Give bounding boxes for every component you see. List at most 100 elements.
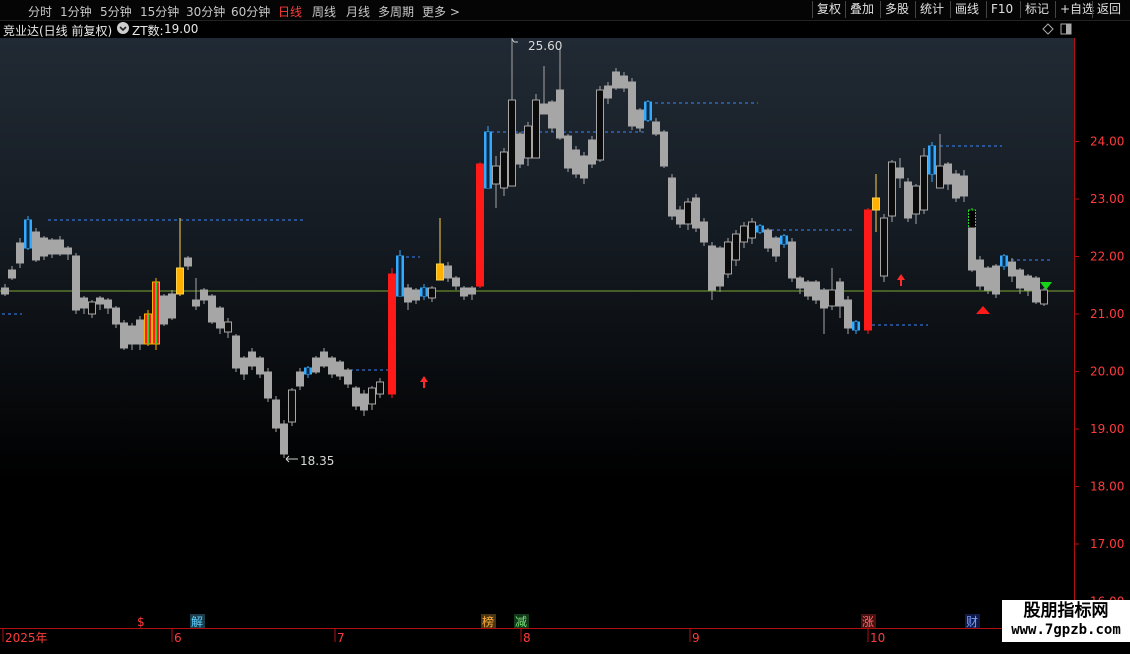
candlestick-svg[interactable]: $ 解 榜 减 涨 财 25.60 18.35 bbox=[0, 38, 1074, 629]
candle-body bbox=[216, 307, 224, 329]
candle-body bbox=[740, 225, 748, 243]
price-axis-svg: 24.00 23.00 22.00 21.00 20.00 19.00 18.00 17.00… bbox=[1074, 38, 1124, 628]
tab-weekly[interactable]: 周线 bbox=[312, 3, 336, 20]
candle-body bbox=[32, 231, 40, 261]
price-tick-label: 21.00 bbox=[1090, 307, 1124, 321]
candle-highlight bbox=[854, 322, 858, 330]
candle-body bbox=[904, 181, 912, 219]
candle-body bbox=[732, 233, 740, 261]
overlay-button[interactable]: 叠加 bbox=[845, 1, 878, 18]
candle-body bbox=[240, 357, 248, 375]
candle-body bbox=[56, 239, 64, 255]
candle-body bbox=[388, 273, 396, 395]
candle-body bbox=[428, 287, 436, 299]
candle-body bbox=[136, 319, 144, 345]
watermark-url: www.7gpzb.com bbox=[1011, 622, 1121, 638]
candle-body bbox=[208, 295, 216, 323]
candle-body bbox=[1, 287, 9, 295]
event-marker: $ bbox=[137, 615, 145, 628]
date-tick-label: 6 bbox=[174, 631, 182, 645]
candle-body bbox=[160, 295, 168, 325]
candle-body bbox=[580, 155, 588, 179]
date-tick-label: 2025年 bbox=[5, 631, 48, 645]
candlestick-plot[interactable]: $ 解 榜 减 涨 财 25.60 18.35 bbox=[0, 38, 1074, 629]
candle-body bbox=[652, 121, 660, 135]
date-axis-svg: 2025年 6 7 8 9 10 bbox=[0, 628, 1074, 645]
candle-body bbox=[1024, 275, 1032, 291]
tab-more[interactable]: 更多 > bbox=[422, 3, 460, 20]
candle-body bbox=[532, 99, 540, 159]
candle-highlight bbox=[646, 102, 650, 120]
candle-body bbox=[8, 269, 16, 279]
diamond-icon[interactable] bbox=[1042, 23, 1054, 38]
candle-body bbox=[676, 209, 684, 225]
candle-body bbox=[508, 99, 516, 187]
candle-body bbox=[572, 149, 580, 175]
mark-button[interactable]: 标记 bbox=[1020, 1, 1053, 18]
multi-stock-button[interactable]: 多股 bbox=[880, 1, 913, 18]
candle-body bbox=[692, 197, 700, 229]
candle-body bbox=[944, 163, 952, 185]
candle-body bbox=[888, 161, 896, 217]
chart-info-bar: 竞业达(日线 前复权) ZT数: 19.00 bbox=[0, 20, 1130, 38]
candle-body bbox=[436, 263, 444, 281]
candle-body bbox=[912, 185, 920, 215]
draw-button[interactable]: 画线 bbox=[950, 1, 983, 18]
tab-30min[interactable]: 30分钟 bbox=[186, 3, 225, 20]
price-tick-label: 22.00 bbox=[1090, 250, 1124, 264]
candle-body bbox=[376, 381, 384, 395]
candle-body bbox=[88, 301, 96, 315]
candle-body bbox=[660, 131, 668, 167]
tab-5min[interactable]: 5分钟 bbox=[100, 3, 132, 20]
watermark-title: 股朋指标网 bbox=[1023, 601, 1109, 621]
tab-daily[interactable]: 日线 bbox=[278, 3, 302, 20]
candle-body bbox=[312, 357, 320, 373]
stock-title: 竞业达(日线 前复权) bbox=[3, 24, 113, 38]
tab-1min[interactable]: 1分钟 bbox=[60, 3, 92, 20]
candle-body bbox=[120, 322, 128, 349]
tab-15min[interactable]: 15分钟 bbox=[140, 3, 179, 20]
candle-body bbox=[620, 75, 628, 89]
candle-body bbox=[540, 103, 548, 115]
tab-fenshi[interactable]: 分时 bbox=[28, 3, 52, 20]
price-axis: 24.00 23.00 22.00 21.00 20.00 19.00 18.00 17.00… bbox=[1074, 38, 1130, 628]
f10-button[interactable]: F10 bbox=[986, 1, 1017, 18]
candle-body bbox=[104, 299, 112, 309]
candle-highlight bbox=[1002, 256, 1006, 266]
candle-body bbox=[828, 289, 836, 307]
candle-body bbox=[176, 267, 184, 295]
candle-body bbox=[960, 175, 968, 197]
candle-body bbox=[224, 321, 232, 333]
settings-icon[interactable] bbox=[116, 21, 130, 38]
fuquan-button[interactable]: 复权 bbox=[812, 1, 845, 18]
candle-highlight bbox=[782, 236, 786, 244]
candle-highlight bbox=[930, 146, 934, 174]
tab-multi-period[interactable]: 多周期 bbox=[378, 3, 414, 20]
price-tick-label: 24.00 bbox=[1090, 135, 1124, 149]
high-arrow-icon bbox=[511, 38, 518, 43]
candle-body bbox=[1016, 269, 1024, 289]
candle-body bbox=[444, 265, 452, 279]
date-tick-label: 8 bbox=[523, 631, 531, 645]
candle-body bbox=[880, 217, 888, 277]
candle-body bbox=[556, 89, 564, 139]
price-tick-label: 18.00 bbox=[1090, 480, 1124, 494]
stats-button[interactable]: 统计 bbox=[915, 1, 948, 18]
tab-monthly[interactable]: 月线 bbox=[346, 3, 370, 20]
candle-body bbox=[836, 281, 844, 307]
candle-body bbox=[636, 109, 644, 129]
back-button[interactable]: 返回 bbox=[1092, 1, 1125, 18]
buy-arrow-icon bbox=[897, 274, 905, 286]
event-marker: 涨 bbox=[862, 614, 874, 628]
candle-body bbox=[64, 247, 72, 255]
candle-body bbox=[328, 357, 336, 375]
tab-60min[interactable]: 60分钟 bbox=[231, 3, 270, 20]
panel-toggle-icon[interactable] bbox=[1060, 23, 1072, 38]
candle-body bbox=[524, 125, 532, 159]
candle-body bbox=[548, 101, 556, 129]
candle-body bbox=[492, 165, 500, 185]
candle-body bbox=[452, 277, 460, 287]
candle-body bbox=[844, 299, 852, 329]
date-axis: 2025年 6 7 8 9 10 bbox=[0, 628, 1130, 650]
candle-body bbox=[200, 289, 208, 301]
